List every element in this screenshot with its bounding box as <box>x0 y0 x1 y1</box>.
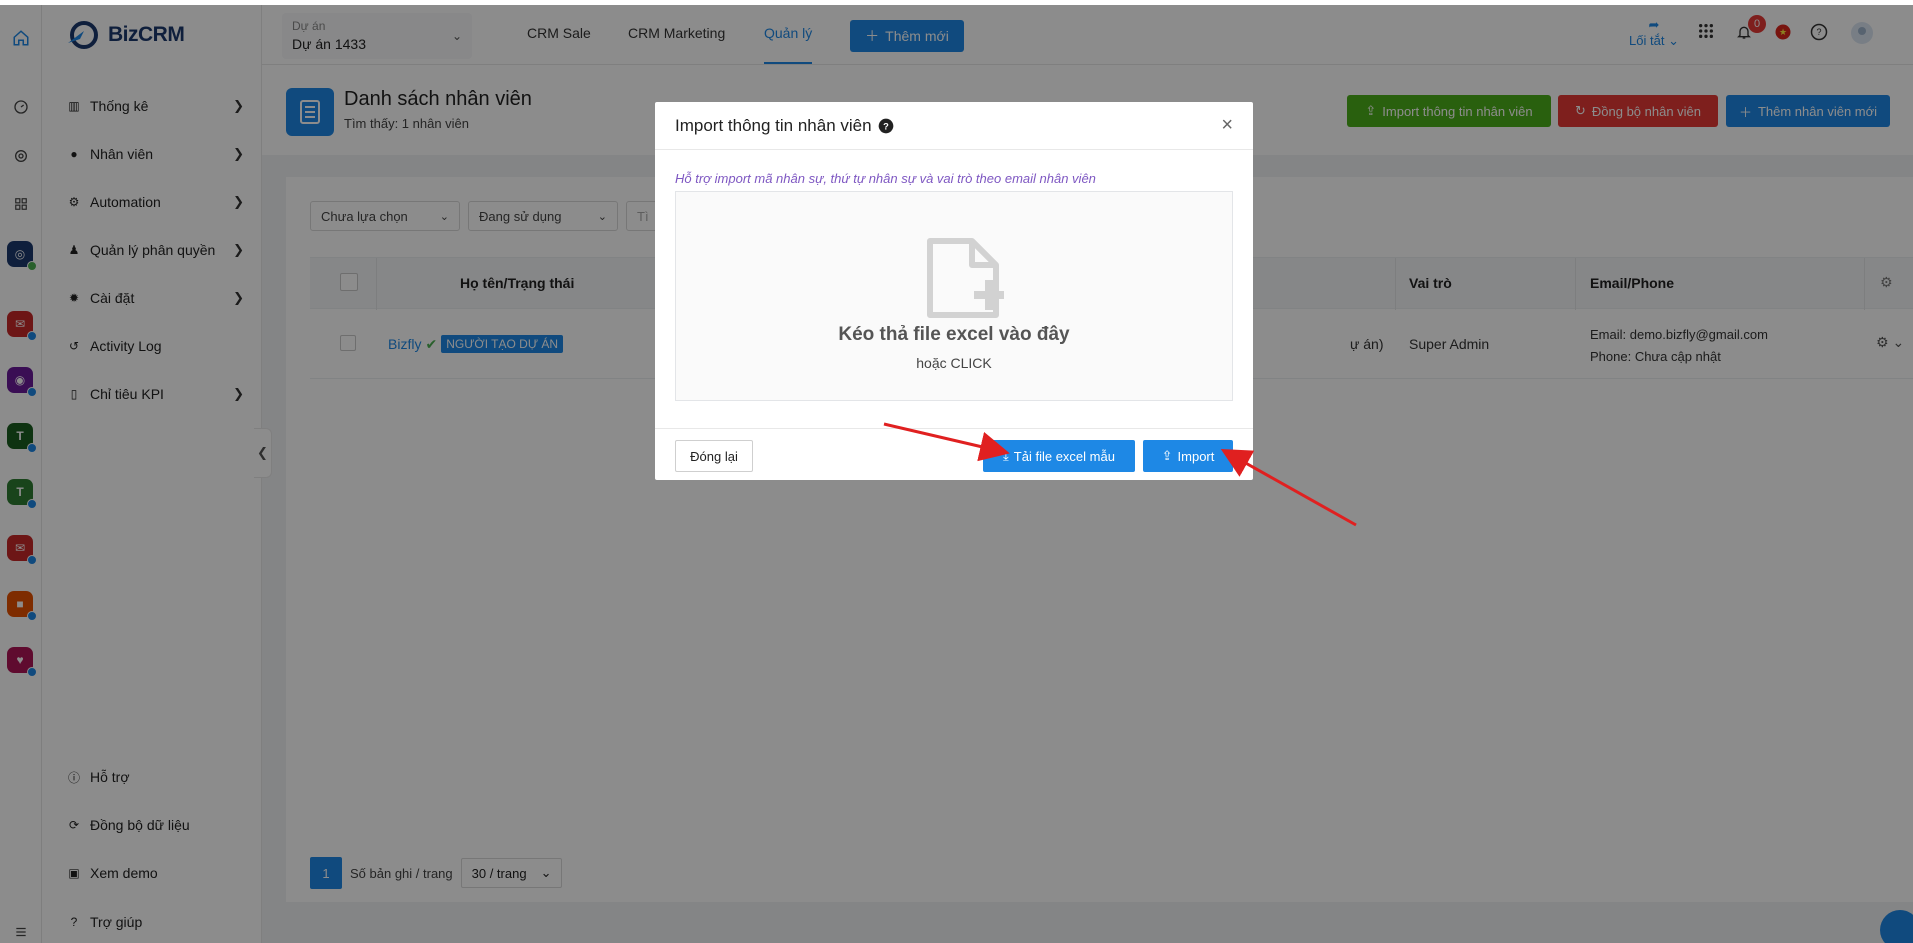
download-icon: ⤓ <box>1003 448 1009 463</box>
import-button-label: Import <box>1177 448 1215 464</box>
svg-text:?: ? <box>883 121 889 131</box>
modal-title-text: Import thông tin nhân viên <box>675 116 872 135</box>
import-modal: Import thông tin nhân viên ? × Hỗ trợ im… <box>655 102 1253 480</box>
file-dropzone[interactable]: Kéo thả file excel vào đây hoặc CLICK <box>675 191 1233 401</box>
modal-hint: Hỗ trợ import mã nhân sự, thứ tự nhân sự… <box>675 171 1096 186</box>
dropzone-text: Kéo thả file excel vào đây <box>838 324 1070 345</box>
modal-title: Import thông tin nhân viên ? <box>675 116 894 136</box>
close-button[interactable]: Đóng lại <box>675 440 753 472</box>
question-circle-icon[interactable]: ? <box>878 118 894 134</box>
dropzone-subtext: hoặc CLICK <box>916 355 992 371</box>
upload-file-icon: ⇪ <box>1161 448 1173 463</box>
modal-footer: Đóng lại ⤓ Tải file excel mẫu ⇪ Import <box>655 428 1253 480</box>
download-template-label: Tải file excel mẫu <box>1013 448 1115 464</box>
download-template-button[interactable]: ⤓ Tải file excel mẫu <box>983 440 1135 472</box>
file-add-icon <box>927 238 1004 318</box>
import-button[interactable]: ⇪ Import <box>1143 440 1233 472</box>
modal-close-icon[interactable]: × <box>1221 114 1233 137</box>
modal-header: Import thông tin nhân viên ? × <box>655 102 1253 150</box>
